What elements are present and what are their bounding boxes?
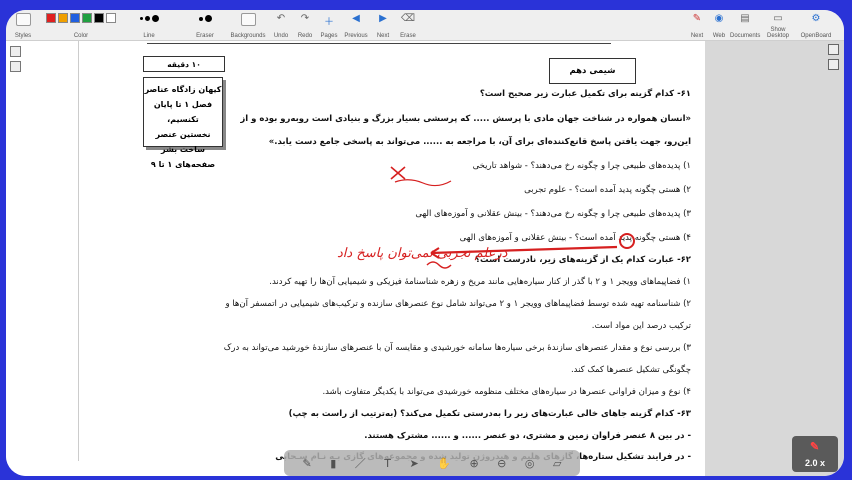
globe-icon: ◉	[714, 13, 724, 24]
left-margin	[6, 41, 76, 476]
pen-icon[interactable]: ✎	[303, 457, 312, 470]
left-tool-strip	[10, 46, 21, 72]
right-tool-icon[interactable]	[828, 59, 839, 70]
hand-icon[interactable]: ✋	[437, 457, 451, 470]
erase-icon: ⌫	[400, 13, 416, 24]
color-swatch[interactable]	[94, 13, 104, 23]
pages-icon: ＋	[324, 17, 334, 28]
color-swatch[interactable]	[106, 13, 116, 23]
pages-button[interactable]: ＋ Pages	[318, 10, 340, 40]
next-right-icon: ✎	[692, 13, 702, 24]
right-tool-icon[interactable]	[828, 44, 839, 55]
desktop-icon: ▭	[773, 13, 783, 24]
eraser-icon[interactable]: ▱	[553, 457, 561, 470]
backgrounds-icon	[240, 13, 256, 26]
circled-option-mark	[619, 233, 635, 249]
large-eraser-icon[interactable]	[204, 15, 212, 22]
styles-tool[interactable]: Styles	[8, 10, 38, 40]
openboard-icon: ⚙	[811, 13, 821, 24]
left-tool-icon[interactable]	[10, 61, 21, 72]
laser-icon[interactable]: ◎	[525, 457, 535, 470]
styles-icon	[15, 13, 31, 26]
line-icon[interactable]: ／	[355, 455, 366, 471]
annotation-text: درعلم تجربی نمی‌توان پاسخ داد	[337, 246, 508, 261]
arrow-left-icon: ◀	[352, 13, 360, 24]
folder-icon: ▤	[740, 13, 750, 24]
right-gray-area	[705, 41, 844, 476]
web-button[interactable]: ◉ Web	[708, 10, 730, 40]
documents-button[interactable]: ▤ Documents	[730, 10, 760, 40]
show-desktop-button[interactable]: ▭ Show Desktop	[760, 10, 796, 40]
redo-button[interactable]: ↷ Redo	[294, 10, 316, 40]
eraser-size-tool[interactable]: Eraser	[182, 10, 228, 40]
line-width-tool[interactable]: Line	[124, 10, 174, 40]
next-page-button[interactable]: ▶ Next	[372, 10, 394, 40]
thin-line-icon[interactable]	[139, 17, 143, 20]
zoom-in-icon[interactable]: ⊕	[469, 457, 478, 470]
next-right-button[interactable]: ✎ Next	[686, 10, 708, 40]
color-palette: Color	[46, 10, 116, 40]
erase-button[interactable]: ⌫ Erase	[396, 10, 420, 40]
backgrounds-button[interactable]: Backgrounds	[230, 10, 266, 40]
color-swatch[interactable]	[46, 13, 56, 23]
scribble-stroke	[426, 261, 452, 269]
medium-line-icon[interactable]	[144, 16, 150, 21]
document-page: شیمی دهم ۱۰ دقیقه کیهان زادگاه عناصر فصل…	[78, 41, 706, 461]
speed-label: 2.0 x	[804, 458, 826, 468]
left-tool-icon[interactable]	[10, 46, 21, 57]
cross-mark	[390, 166, 406, 180]
underline-stroke	[394, 179, 452, 187]
undo-icon: ↶	[276, 13, 286, 24]
drawing-toolbar: ✎ ▮ ／ T ➤ ✋ ⊕ ⊖ ◎ ▱	[284, 450, 580, 476]
color-swatch[interactable]	[70, 13, 80, 23]
select-icon[interactable]: ➤	[410, 457, 419, 470]
openboard-toolbar: Styles Color Line Eraser Backgrounds ↶ U…	[6, 10, 844, 41]
arrow-right-icon: ▶	[379, 13, 387, 24]
app-window: Styles Color Line Eraser Backgrounds ↶ U…	[6, 10, 844, 476]
color-swatch[interactable]	[82, 13, 92, 23]
text-icon[interactable]: T	[384, 457, 391, 470]
right-tool-strip	[828, 44, 839, 72]
pointer-icon: ✎	[810, 441, 820, 453]
thick-line-icon[interactable]	[151, 15, 159, 22]
undo-button[interactable]: ↶ Undo	[270, 10, 292, 40]
openboard-menu-button[interactable]: ⚙ OpenBoard	[798, 10, 834, 40]
color-swatch[interactable]	[58, 13, 68, 23]
playback-speed-badge[interactable]: ✎ 2.0 x	[792, 436, 838, 472]
ink-annotations: درعلم تجربی نمی‌توان پاسخ داد	[337, 166, 635, 269]
previous-page-button[interactable]: ◀ Previous	[342, 10, 370, 40]
marker-icon[interactable]: ▮	[330, 457, 336, 470]
small-eraser-icon[interactable]	[198, 17, 203, 21]
redo-icon: ↷	[300, 13, 310, 24]
zoom-out-icon[interactable]: ⊖	[497, 457, 506, 470]
